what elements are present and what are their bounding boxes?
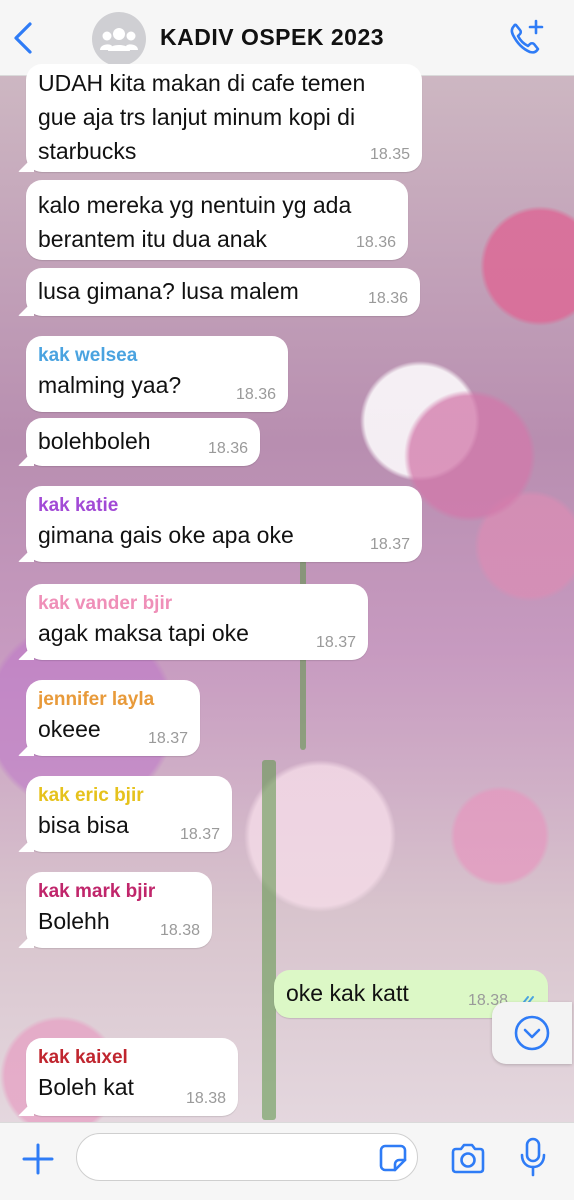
message-bubble[interactable]: UDAH kita makan di cafe temen gue aja tr…	[26, 64, 422, 172]
message-bubble[interactable]: kak welsea malming yaa? 18.36	[26, 336, 288, 412]
sender-name[interactable]: kak mark bjir	[38, 880, 200, 904]
camera-button[interactable]	[448, 1139, 488, 1179]
message-bubble[interactable]: lusa gimana? lusa malem 18.36	[26, 268, 420, 316]
message-bubble[interactable]: kak kaixel Boleh kat 18.38	[26, 1038, 238, 1116]
message-text: UDAH kita makan di cafe temen gue aja tr…	[38, 70, 366, 164]
message-time: 18.37	[315, 634, 356, 651]
sender-name[interactable]: kak welsea	[38, 344, 276, 368]
mic-icon	[520, 1137, 546, 1177]
scroll-to-bottom-button[interactable]	[492, 1002, 572, 1064]
message-text: agak maksa tapi oke	[38, 620, 249, 646]
message-text: gimana gais oke apa oke	[38, 522, 294, 548]
chat-title[interactable]: KADIV OSPEK 2023	[160, 24, 384, 51]
message-time: 18.36	[355, 234, 396, 251]
message-bubble[interactable]: kak mark bjir Bolehh 18.38	[26, 872, 212, 948]
sender-name[interactable]: kak kaixel	[38, 1046, 226, 1070]
message-time: 18.37	[147, 730, 188, 747]
message-input[interactable]	[76, 1133, 418, 1181]
sticker-button[interactable]	[378, 1143, 408, 1173]
message-time: 18.36	[235, 386, 276, 403]
attach-button[interactable]	[18, 1139, 58, 1179]
composer-bar	[0, 1122, 574, 1200]
plus-icon	[22, 1143, 54, 1175]
chevron-down-circle-icon	[514, 1015, 550, 1051]
sender-name[interactable]: kak vander bjir	[38, 592, 356, 616]
add-call-icon	[510, 19, 544, 54]
message-bubble[interactable]: bolehboleh 18.36	[26, 418, 260, 466]
microphone-button[interactable]	[518, 1135, 548, 1181]
message-text: lusa gimana? lusa malem	[38, 278, 299, 304]
wallpaper-stem	[262, 760, 276, 1120]
sender-name[interactable]: kak eric bjir	[38, 784, 220, 808]
message-time: 18.37	[369, 536, 410, 553]
message-bubble[interactable]: kak katie gimana gais oke apa oke 18.37	[26, 486, 422, 562]
message-bubble[interactable]: kalo mereka yg nentuin yg ada berantem i…	[26, 180, 408, 260]
message-text: kalo mereka yg nentuin yg ada berantem i…	[38, 192, 352, 252]
chevron-left-icon	[14, 22, 32, 54]
message-bubble[interactable]: kak vander bjir agak maksa tapi oke 18.3…	[26, 584, 368, 660]
message-time: 18.36	[367, 290, 408, 307]
group-icon	[100, 28, 138, 51]
message-bubble[interactable]: jennifer layla okeee 18.37	[26, 680, 200, 756]
camera-icon	[451, 1143, 485, 1174]
message-time: 18.35	[369, 146, 410, 163]
sender-name[interactable]: jennifer layla	[38, 688, 188, 712]
message-time: 18.37	[179, 826, 220, 843]
message-time: 18.38	[159, 922, 200, 939]
group-avatar[interactable]	[92, 12, 146, 66]
add-call-button[interactable]	[506, 18, 546, 58]
message-time: 18.38	[185, 1090, 226, 1107]
sender-name[interactable]: kak katie	[38, 494, 410, 518]
message-time: 18.36	[207, 440, 248, 457]
message-bubble[interactable]: kak eric bjir bisa bisa 18.37	[26, 776, 232, 852]
sticker-icon	[379, 1144, 407, 1172]
back-button[interactable]	[8, 18, 40, 58]
